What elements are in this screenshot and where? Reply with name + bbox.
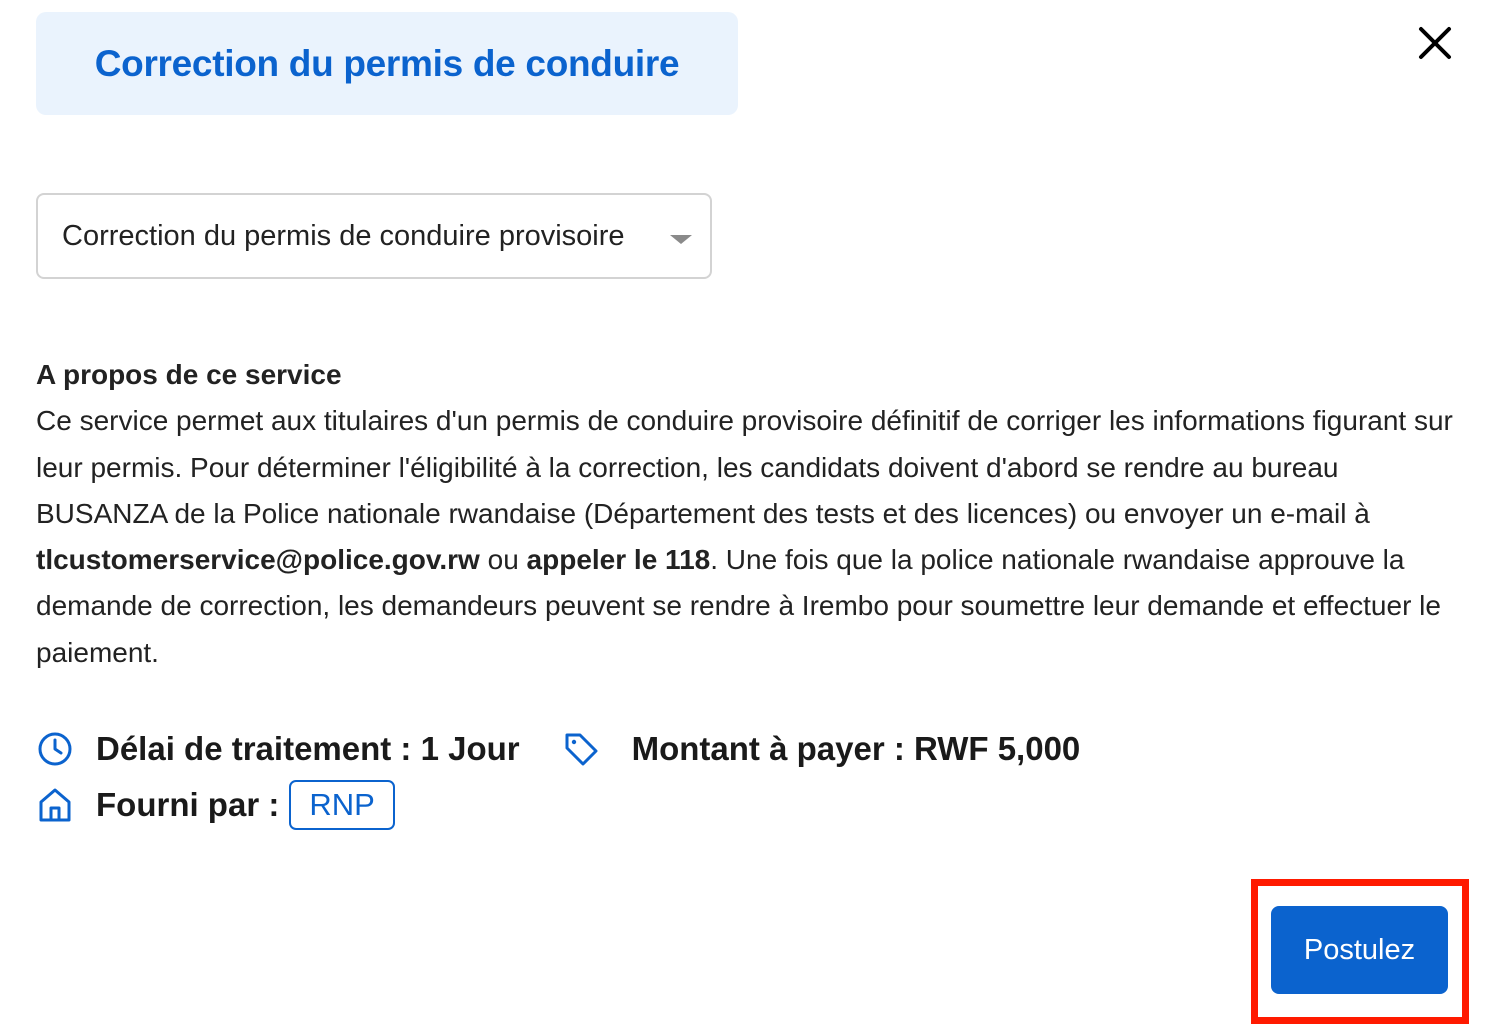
about-section: A propos de ce service Ce service permet…: [36, 352, 1456, 676]
close-icon[interactable]: [1418, 26, 1452, 60]
select-value: Correction du permis de conduire proviso…: [62, 219, 625, 252]
service-variant-select[interactable]: Correction du permis de conduire proviso…: [36, 193, 712, 279]
provider-label: Fourni par :: [96, 786, 280, 823]
about-heading: A propos de ce service: [36, 359, 342, 390]
close-button[interactable]: [1410, 18, 1460, 68]
apply-button[interactable]: Postulez: [1271, 906, 1448, 994]
provider-row: Fourni par : RNP: [36, 780, 395, 830]
amount-to-pay: Montant à payer : RWF 5,000: [631, 730, 1081, 767]
provider-badge: RNP: [289, 780, 395, 830]
page-title: Correction du permis de conduire: [94, 42, 680, 84]
service-meta-row: Délai de traitement : 1 Jour Montant à p…: [36, 730, 1080, 768]
about-text-part-2: ou: [479, 544, 527, 576]
price-info: Montant à payer : RWF 5,000: [562, 730, 1081, 768]
home-icon: [36, 786, 74, 824]
caret-down-icon: [670, 235, 692, 244]
clock-icon: [36, 730, 74, 768]
about-text-part-1: Ce service permet aux titulaires d'un pe…: [36, 405, 1453, 529]
contact-phone: appeler le 118: [526, 544, 711, 576]
contact-email: tlcustomerservice@police.gov.rw: [36, 544, 480, 576]
processing-time: Délai de traitement : 1 Jour: [96, 730, 520, 767]
service-title-card: Correction du permis de conduire: [36, 12, 738, 115]
about-description: Ce service permet aux titulaires d'un pe…: [36, 398, 1456, 676]
tag-icon: [562, 730, 600, 768]
